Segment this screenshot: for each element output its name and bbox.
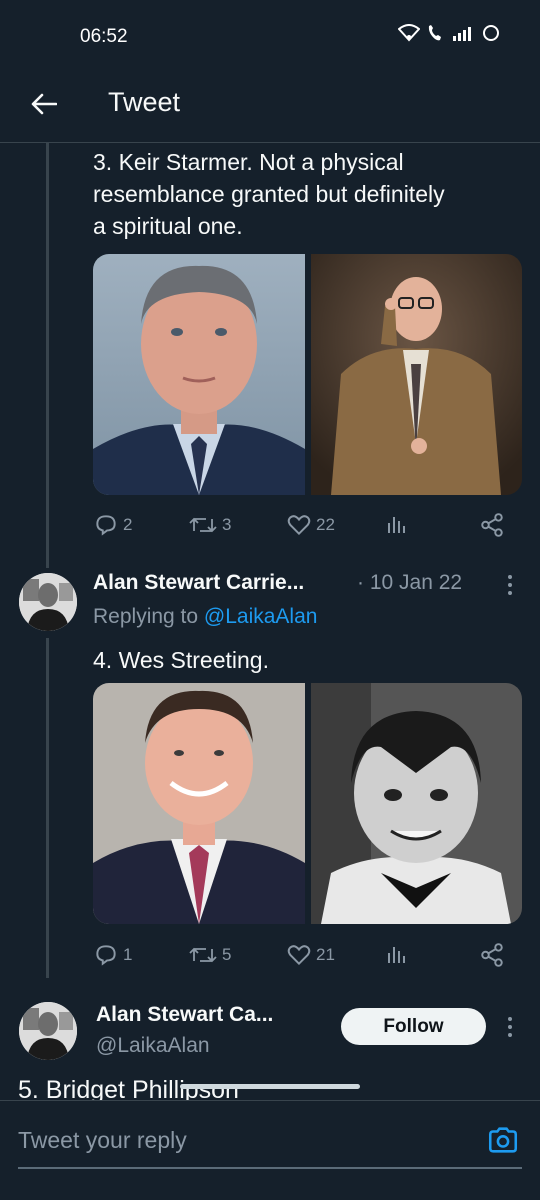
more-button[interactable] <box>500 1012 520 1042</box>
like-button[interactable]: 21 <box>286 942 335 968</box>
back-arrow-icon <box>31 93 57 115</box>
thread-line <box>46 143 49 568</box>
analytics-button[interactable] <box>385 942 409 968</box>
like-count: 22 <box>316 515 335 534</box>
tweet-1-media[interactable] <box>93 254 522 495</box>
analytics-icon <box>388 947 405 963</box>
thread-line <box>46 638 49 978</box>
tweet-1-text: 3. Keir Starmer. Not a physical resembla… <box>93 146 523 242</box>
status-icons <box>398 24 500 42</box>
reply-count: 1 <box>123 945 133 964</box>
tweet-2-media[interactable] <box>93 683 522 924</box>
author-name[interactable]: Alan Stewart Ca... <box>96 1003 273 1027</box>
tweet-1-text-line: resemblance granted but definitely <box>93 181 445 207</box>
call-icon <box>428 25 441 41</box>
retweet-button[interactable]: 5 <box>188 942 231 968</box>
share-button[interactable] <box>479 942 505 968</box>
retweet-count: 3 <box>222 515 232 534</box>
avatar[interactable] <box>19 573 77 631</box>
tweet-2-actions: 1 5 21 <box>93 942 513 972</box>
back-button[interactable] <box>24 84 64 124</box>
tweet-1-actions: 2 3 22 <box>93 512 513 542</box>
retweet-icon <box>189 947 217 963</box>
retweet-count: 5 <box>222 945 232 964</box>
share-icon <box>481 513 503 537</box>
like-icon <box>287 945 311 966</box>
camera-icon <box>488 1127 518 1153</box>
reply-count: 2 <box>123 515 133 534</box>
reply-button[interactable]: 2 <box>93 512 132 538</box>
status-time: 06:52 <box>80 26 128 47</box>
status-bar: 06:52 <box>0 0 540 72</box>
tweet-2-photo-left[interactable] <box>93 683 305 924</box>
tweet-2-text: 4. Wes Streeting. <box>93 647 269 673</box>
battery-icon <box>483 25 499 41</box>
tweet-1-photo-left[interactable] <box>93 254 305 495</box>
replying-to: Replying to @LaikaAlan <box>93 605 317 629</box>
reply-bar: Tweet your reply <box>0 1100 540 1200</box>
signal-icon <box>453 27 471 41</box>
reply-icon <box>96 945 116 966</box>
header: Tweet <box>0 72 540 142</box>
tweet-date[interactable]: · 10 Jan 22 <box>357 571 462 595</box>
retweet-icon <box>189 517 217 533</box>
tweet-2-photo-right[interactable] <box>310 683 523 924</box>
page-title: Tweet <box>108 87 181 117</box>
reply-button[interactable]: 1 <box>93 942 132 968</box>
author-handle[interactable]: @LaikaAlan <box>96 1034 210 1058</box>
replying-handle-link[interactable]: @LaikaAlan <box>204 605 318 628</box>
camera-button[interactable] <box>486 1123 520 1157</box>
header-divider <box>0 142 540 143</box>
more-icon <box>508 1017 512 1021</box>
reply-icon <box>96 515 116 536</box>
more-icon <box>508 575 512 579</box>
like-button[interactable]: 22 <box>286 512 335 538</box>
more-button[interactable] <box>500 570 520 600</box>
follow-button[interactable]: Follow <box>341 1008 486 1045</box>
reply-input[interactable]: Tweet your reply <box>18 1125 522 1169</box>
analytics-icon <box>388 517 405 533</box>
tweet-1-photo-right[interactable] <box>310 254 523 495</box>
retweet-button[interactable]: 3 <box>188 512 231 538</box>
replying-prefix: Replying to <box>93 605 204 628</box>
analytics-button[interactable] <box>385 512 409 538</box>
wifi-icon <box>398 24 420 42</box>
avatar[interactable] <box>19 1002 77 1060</box>
tweet-1-text-line: 3. Keir Starmer. Not a physical <box>93 149 404 175</box>
like-count: 21 <box>316 945 335 964</box>
tweet-1-text-line: a spiritual one. <box>93 213 243 239</box>
share-button[interactable] <box>479 512 505 538</box>
share-icon <box>481 943 503 967</box>
scroll-indicator <box>180 1084 360 1089</box>
like-icon <box>287 515 311 536</box>
author-name[interactable]: Alan Stewart Carrie... <box>93 571 304 595</box>
